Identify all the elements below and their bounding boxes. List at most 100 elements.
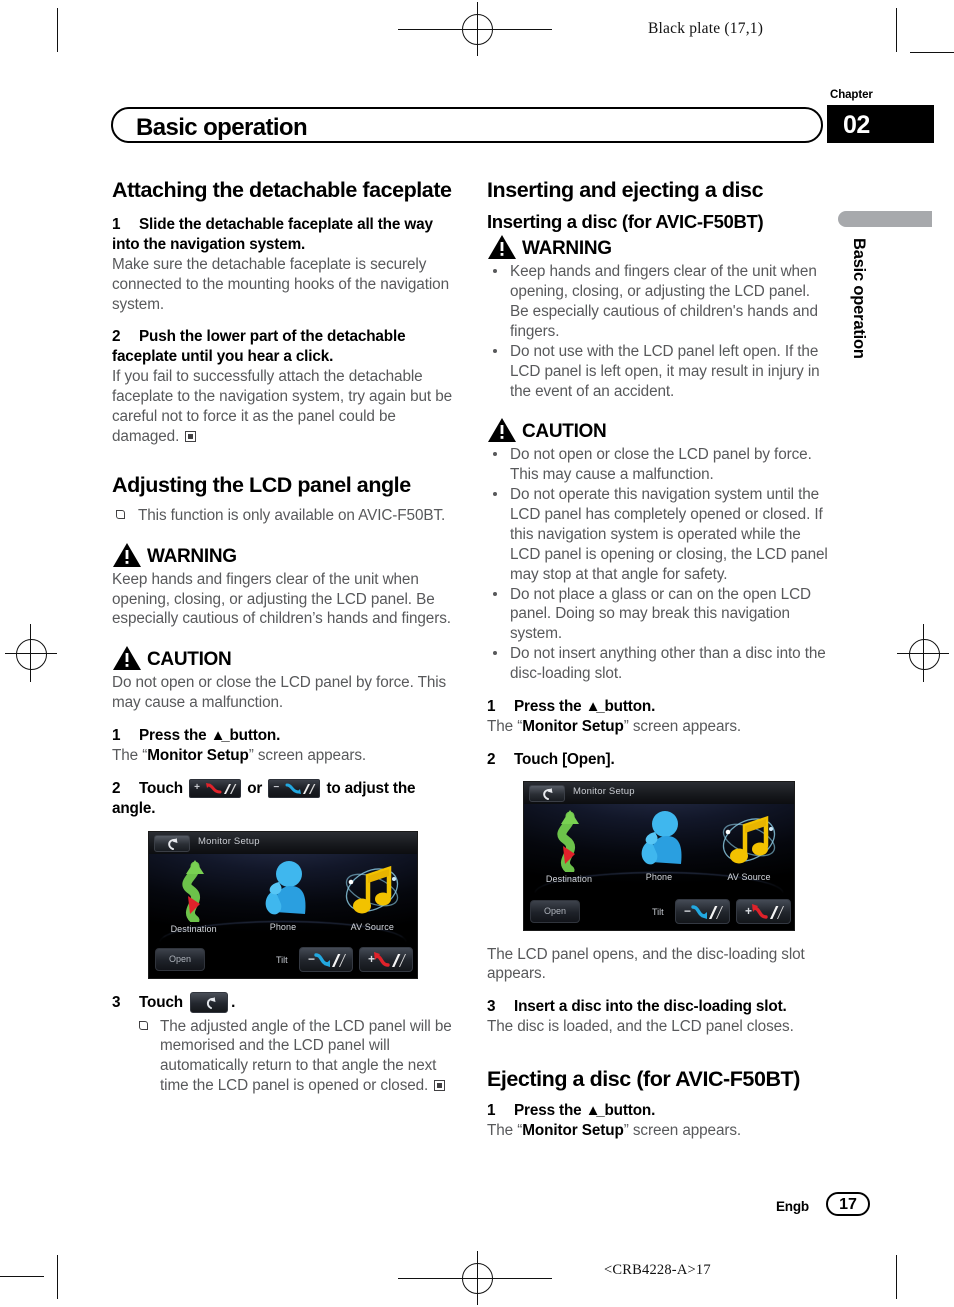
list-item: Do not place a glass or can on the open …: [487, 585, 828, 645]
phone-label: Phone: [269, 921, 297, 932]
tilt-up-arrow-icon: [752, 903, 784, 919]
step-number: 1: [487, 1101, 496, 1119]
menu-item-destination[interactable]: Destination: [524, 809, 613, 884]
step-2-attaching: 2 Push the lower part of the detachable f…: [112, 327, 453, 367]
bullet-text: Keep hands and fingers clear of the unit…: [510, 263, 818, 340]
back-key-icon: [190, 991, 229, 1013]
screen-name: Monitor Setup: [522, 1121, 624, 1139]
heading-inserting-ejecting-disc: Inserting and ejecting a disc: [487, 178, 764, 202]
step-text: Slide the detachable faceplate all the w…: [112, 216, 433, 253]
tilt-plus-sign: +: [194, 781, 200, 793]
tilt-minus-sign: −: [273, 781, 280, 793]
chapter-label: Chapter: [830, 89, 873, 101]
quote-close: ” screen appears.: [248, 746, 367, 764]
step-3-insert: 3 Insert a disc into the disc-loading slo…: [487, 997, 828, 1017]
bullet-text: Do not use with the LCD panel left open.…: [510, 342, 820, 400]
tilt-minus-button[interactable]: −: [299, 946, 353, 972]
heading-inserting-disc: Inserting a disc (for AVIC-F50BT): [487, 211, 764, 233]
open-button-label: Open: [168, 953, 192, 964]
step-number: 1: [112, 727, 121, 745]
screen-title-bar: Monitor Setup: [149, 831, 417, 854]
step-text-pre: Touch: [139, 779, 183, 797]
step-number: 2: [487, 750, 496, 768]
screen-name: Monitor Setup: [522, 717, 624, 735]
tilt-minus-button[interactable]: −: [675, 898, 730, 924]
menu-item-destination[interactable]: Destination: [149, 859, 237, 934]
step-2-body-text: If you fail to successfully attach the d…: [112, 368, 453, 445]
heading-attaching-faceplate: Attaching the detachable faceplate: [112, 178, 452, 202]
list-item: Do not operate this navigation system un…: [487, 485, 828, 584]
back-button[interactable]: [154, 834, 190, 852]
quote-close: ” screen appears.: [623, 1121, 742, 1139]
tilt-plus-key-icon: +: [189, 778, 242, 798]
tilt-label: Tilt: [276, 954, 288, 965]
eject-button-icon: ▲̲: [585, 697, 601, 715]
tilt-plus-button[interactable]: +: [736, 898, 791, 924]
note-avic-only: This function is only available on AVIC-…: [112, 506, 453, 526]
phone-person-icon: [614, 810, 703, 870]
tilt-plus-button[interactable]: +: [359, 946, 413, 972]
bullet-dot: [493, 492, 497, 497]
warning-label: WARNING: [522, 238, 612, 260]
caution-triangle-icon: [487, 417, 517, 443]
quote-close: ” screen appears.: [623, 717, 742, 735]
caution-heading-left: CAUTION: [112, 645, 453, 671]
phone-person-icon: [239, 860, 327, 920]
screen-stage: Destination Phone AV Source Open Tilt − …: [149, 853, 417, 978]
open-button-label: Open: [543, 905, 567, 916]
side-tab-bar: [838, 211, 932, 227]
bullet-text: Do not insert anything other than a disc…: [510, 645, 826, 683]
destination-label: Destination: [170, 923, 217, 934]
step-1-insert: 1 Press the ▲̲ button.: [487, 697, 828, 717]
end-of-section-square: [185, 430, 197, 442]
eject-button-icon: ▲̲: [585, 1101, 601, 1119]
black-plate-label: Black plate (17,1): [648, 20, 764, 37]
eject-button-icon: ▲̲: [210, 727, 226, 745]
phone-label: Phone: [645, 871, 673, 882]
step-1-adjust: 1 Press the ▲̲ button.: [112, 726, 453, 746]
print-code: <CRB4228-A>17: [604, 1262, 711, 1278]
bullet-dot: [493, 591, 497, 596]
open-button[interactable]: Open: [530, 899, 580, 923]
step-number: 1: [112, 216, 121, 234]
step-2-insert: 2 Touch [Open].: [487, 750, 828, 770]
heading-adjusting-lcd-angle: Adjusting the LCD panel angle: [112, 472, 411, 497]
step-text-post: button.: [604, 697, 656, 715]
page-number: 17: [839, 1196, 857, 1213]
menu-item-phone[interactable]: Phone: [239, 860, 327, 932]
note-text: The adjusted angle of the LCD panel will…: [160, 1017, 452, 1095]
music-note-icon: [328, 860, 416, 920]
menu-item-phone[interactable]: Phone: [614, 810, 703, 882]
bullet-dot: [493, 269, 497, 274]
warning-label: WARNING: [147, 545, 237, 567]
warning-heading-left: WARNING: [112, 542, 453, 568]
caution-label: CAUTION: [522, 421, 607, 443]
open-button[interactable]: Open: [155, 947, 205, 971]
bullet-dot: [493, 348, 497, 353]
monitor-setup-screenshot-left: Monitor Setup Destination Phone AV Sourc…: [148, 830, 418, 979]
step-number: 2: [112, 779, 121, 797]
step-2-body: If you fail to successfully attach the d…: [112, 367, 453, 447]
tilt-down-arrow-icon: [691, 904, 723, 919]
music-note-icon: [704, 810, 793, 870]
step-text-post: .: [231, 993, 236, 1011]
caution-bullet-list: Do not open or close the LCD panel by fo…: [487, 445, 828, 684]
step-text-pre: Press the: [514, 1101, 582, 1119]
bullet-text: Do not place a glass or can on the open …: [510, 585, 811, 643]
screen-title-bar: Monitor Setup: [524, 781, 794, 804]
screen-stage: Destination Phone AV Source Open Tilt − …: [524, 803, 794, 930]
step-text: Push the lower part of the detachable fa…: [112, 328, 406, 366]
tilt-label: Tilt: [652, 906, 664, 917]
caution-label: CAUTION: [147, 649, 232, 671]
screen-title: Monitor Setup: [198, 835, 260, 847]
note-square-icon: [116, 509, 125, 519]
step-2-adjust: 2 Touch + or − to adjust the angle.: [112, 778, 453, 819]
av-source-label: AV Source: [727, 871, 771, 882]
note-text: This function is only available on AVIC-…: [138, 506, 446, 524]
menu-item-av-source[interactable]: AV Source: [328, 860, 416, 932]
manual-page: Black plate (17,1) Chapter 02 Basic oper…: [0, 0, 954, 1307]
step-1-body: Make sure the detachable faceplate is se…: [112, 255, 449, 313]
chapter-number: 02: [843, 111, 870, 139]
menu-item-av-source[interactable]: AV Source: [704, 810, 793, 882]
back-button[interactable]: [529, 784, 565, 802]
